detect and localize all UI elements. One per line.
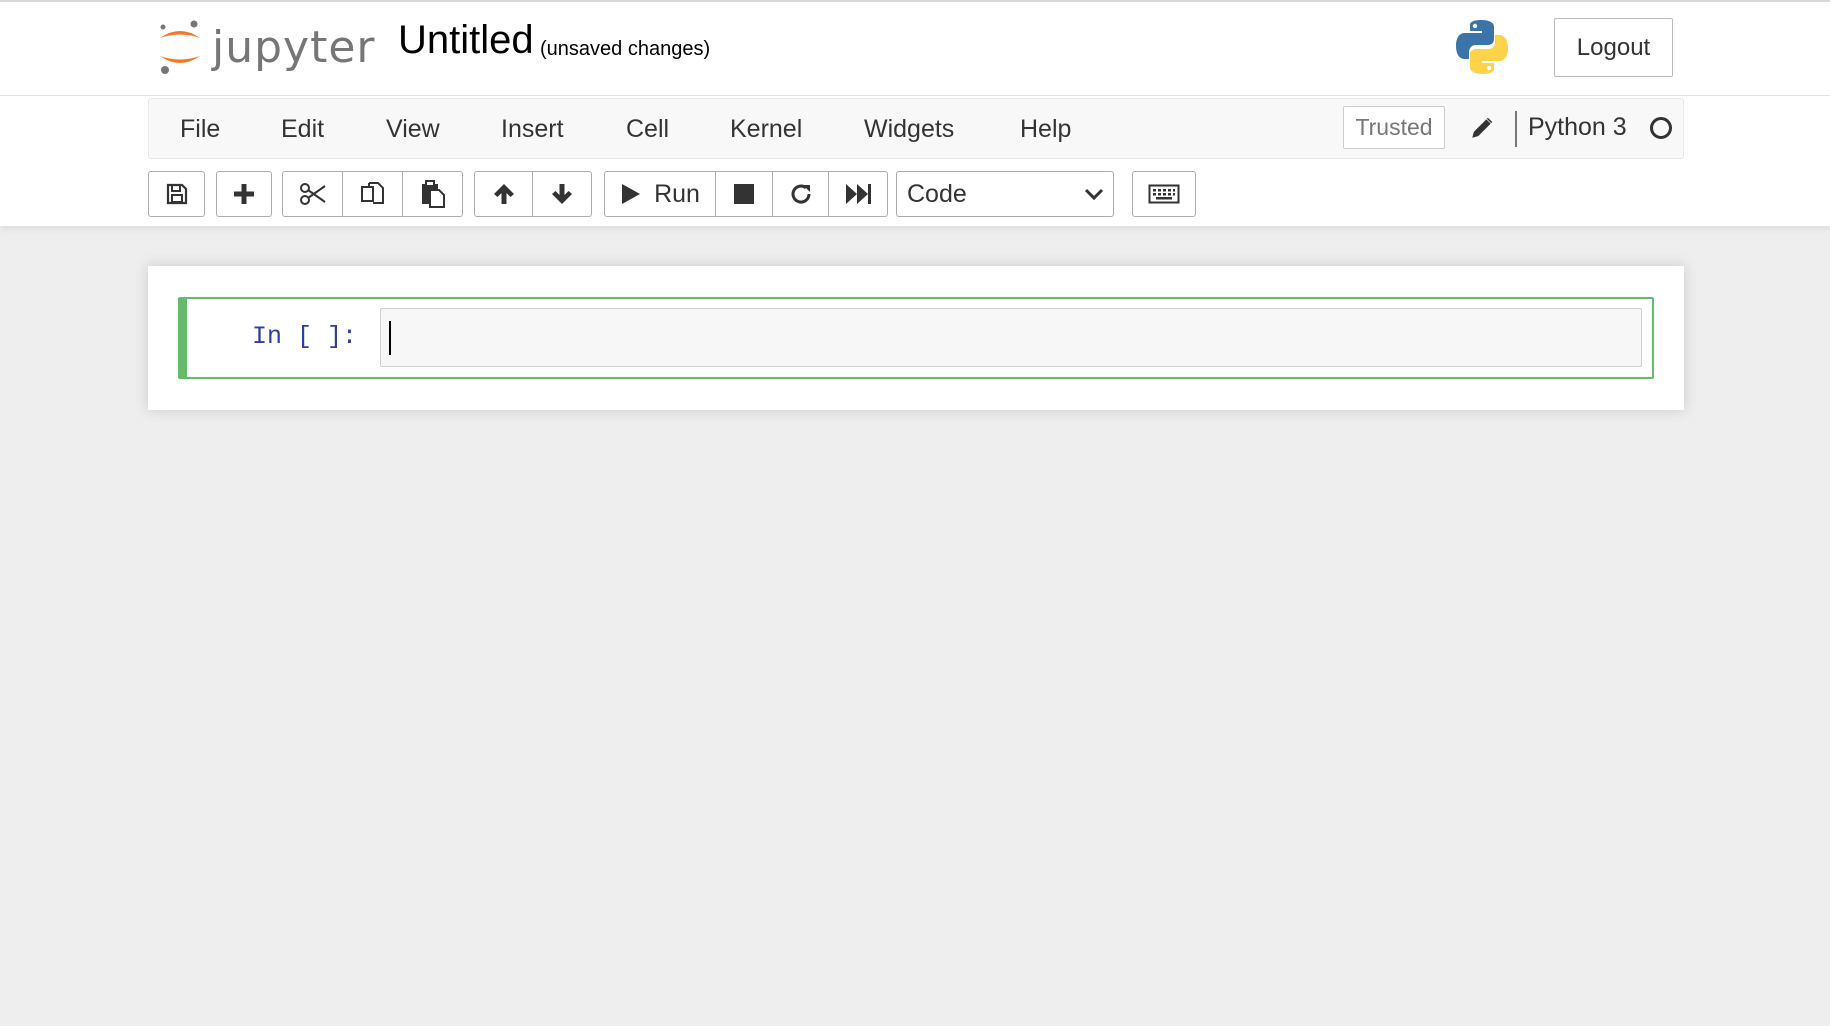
menu-file[interactable]: File xyxy=(180,115,220,144)
kernel-idle-icon xyxy=(1650,117,1672,139)
command-palette-button[interactable] xyxy=(1132,171,1196,217)
kernel-separator xyxy=(1515,111,1517,147)
menu-cell[interactable]: Cell xyxy=(626,115,669,144)
insert-cell-button[interactable] xyxy=(216,171,272,217)
run-button[interactable]: Run xyxy=(604,171,716,217)
kernel-name[interactable]: Python 3 xyxy=(1528,113,1627,142)
python-logo-icon xyxy=(1453,18,1511,81)
menu-insert[interactable]: Insert xyxy=(501,115,564,144)
menu-help[interactable]: Help xyxy=(1020,115,1071,144)
restart-run-all-button[interactable] xyxy=(829,171,888,217)
code-editor-input[interactable] xyxy=(380,308,1642,367)
copy-button[interactable] xyxy=(343,171,403,217)
paste-button[interactable] xyxy=(403,171,463,217)
jupyter-logo-icon xyxy=(160,20,200,74)
paste-icon xyxy=(421,180,445,208)
header-divider xyxy=(0,95,1830,96)
cell-type-select[interactable]: Code xyxy=(896,171,1114,217)
menu-kernel[interactable]: Kernel xyxy=(730,115,802,144)
keyboard-icon xyxy=(1148,184,1180,204)
trusted-indicator[interactable]: Trusted xyxy=(1343,106,1445,149)
restart-kernel-button[interactable] xyxy=(773,171,829,217)
fast-forward-icon xyxy=(846,184,871,204)
menu-widgets[interactable]: Widgets xyxy=(864,115,954,144)
arrow-down-icon xyxy=(552,184,572,204)
menu-view[interactable]: View xyxy=(386,115,440,144)
notebook-name[interactable]: Untitled xyxy=(398,18,534,63)
copy-icon xyxy=(360,182,384,204)
save-button[interactable] xyxy=(148,171,205,217)
play-icon xyxy=(622,184,641,204)
arrow-up-icon xyxy=(493,184,514,204)
menu-edit[interactable]: Edit xyxy=(281,115,324,144)
menubar: File Edit View Insert Cell Kernel Widget… xyxy=(148,98,1684,159)
save-icon xyxy=(166,183,187,205)
pencil-icon[interactable] xyxy=(1469,115,1495,146)
cell-type-value: Code xyxy=(907,179,967,208)
input-prompt: In [ ]: xyxy=(252,322,358,351)
text-cursor xyxy=(389,321,391,355)
jupyter-logo[interactable]: jupyter xyxy=(156,18,376,76)
notebook-header: jupyter Untitled (unsaved changes) Logou… xyxy=(0,0,1830,226)
restart-icon xyxy=(791,184,811,204)
run-label: Run xyxy=(654,179,700,208)
chevron-down-icon xyxy=(1084,188,1104,201)
move-up-button[interactable] xyxy=(474,171,533,217)
move-down-button[interactable] xyxy=(533,171,592,217)
scissors-icon xyxy=(299,183,326,205)
stop-icon xyxy=(734,184,754,204)
cut-button[interactable] xyxy=(282,171,343,217)
save-status: (unsaved changes) xyxy=(540,38,711,60)
interrupt-kernel-button[interactable] xyxy=(716,171,773,217)
jupyter-wordmark: jupyter xyxy=(212,21,376,73)
logout-button[interactable]: Logout xyxy=(1554,18,1673,77)
plus-icon xyxy=(234,184,254,204)
